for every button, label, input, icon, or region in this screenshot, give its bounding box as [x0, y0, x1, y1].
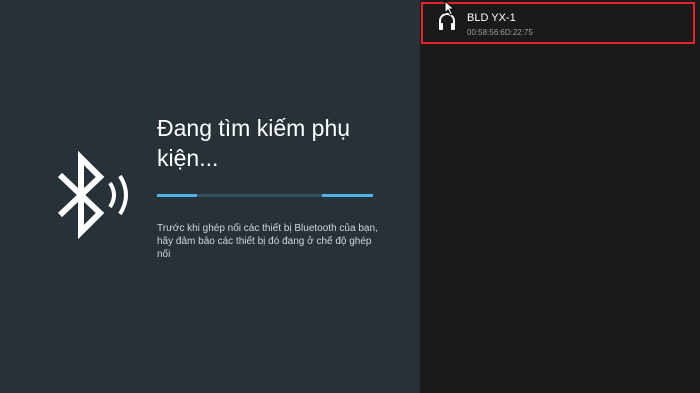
pairing-panel: Đang tìm kiếm phụ kiện... Trước khi ghép…	[0, 0, 420, 393]
device-list: BLD YX-1 00:58:56:6D:22:75	[420, 0, 700, 393]
device-item-bld-yx-1[interactable]: BLD YX-1 00:58:56:6D:22:75	[421, 2, 695, 44]
progress-segment	[322, 194, 373, 197]
page-title: Đang tìm kiếm phụ kiện...	[157, 115, 351, 171]
progress-segment	[157, 194, 197, 197]
device-address: 00:58:56:6D:22:75	[467, 28, 533, 37]
device-name: BLD YX-1	[467, 12, 516, 24]
mouse-cursor-icon	[444, 0, 456, 16]
search-progress-bar	[157, 194, 373, 197]
pairing-instructions: Trước khi ghép nối các thiết bị Bluetoot…	[157, 223, 378, 260]
bluetooth-searching-icon	[57, 150, 128, 240]
